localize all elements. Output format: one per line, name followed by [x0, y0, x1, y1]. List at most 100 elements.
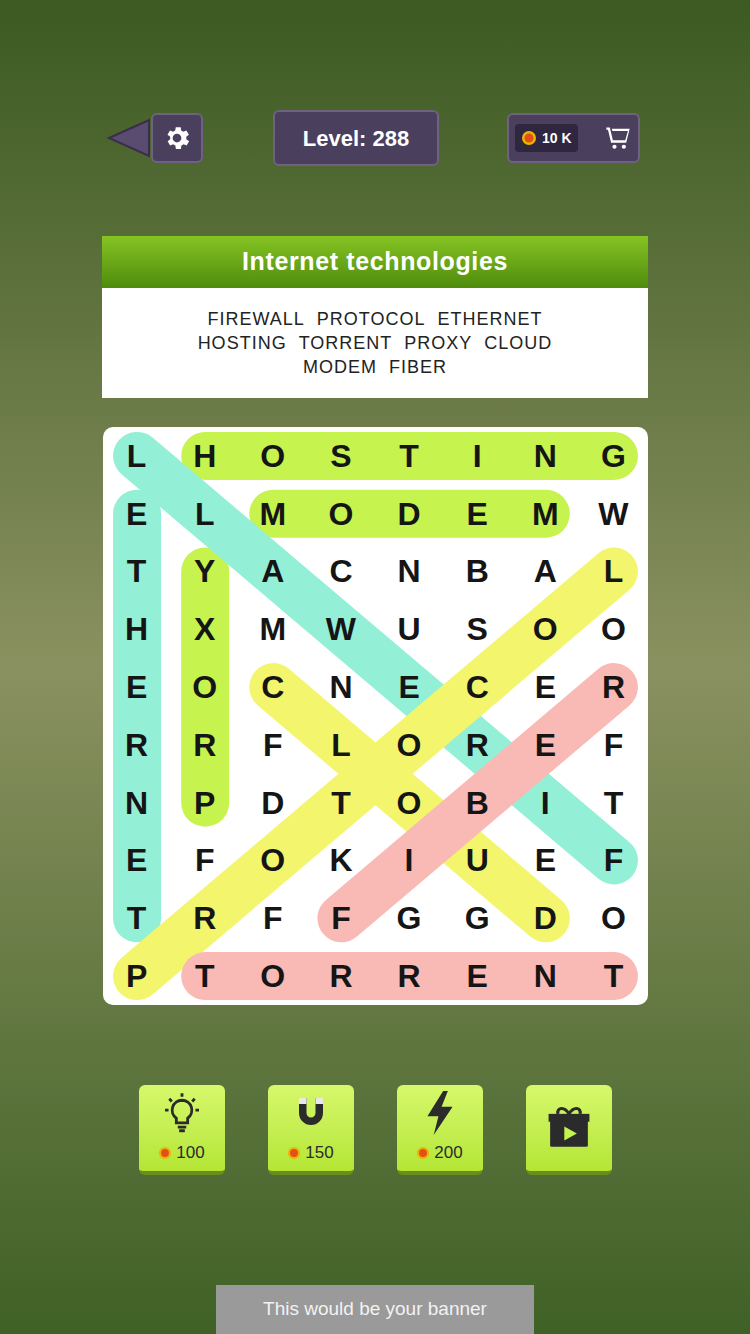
grid-cell[interactable]: A [511, 543, 579, 601]
grid-cell[interactable]: E [103, 485, 171, 543]
cell-letter: N [329, 671, 352, 703]
cell-letter: T [604, 787, 624, 819]
grid-cell[interactable]: F [579, 832, 647, 890]
grid-cell[interactable]: N [511, 427, 579, 485]
grid-cell[interactable]: D [511, 889, 579, 947]
grid-cell[interactable]: M [239, 485, 307, 543]
magnet-booster-button[interactable]: 150 [268, 1085, 354, 1175]
grid-cell[interactable]: T [579, 774, 647, 832]
cell-letter: I [473, 440, 482, 472]
grid-cell[interactable]: L [103, 427, 171, 485]
grid-cell[interactable]: E [103, 658, 171, 716]
grid-cell[interactable]: R [171, 889, 239, 947]
grid-cell[interactable]: B [443, 774, 511, 832]
grid-cell[interactable]: L [307, 716, 375, 774]
grid-cell[interactable]: F [579, 716, 647, 774]
bolt-booster-button[interactable]: 200 [397, 1085, 483, 1175]
grid-cell[interactable]: O [239, 427, 307, 485]
coins-badge[interactable]: 10 K [507, 113, 640, 163]
grid-cell[interactable]: U [443, 832, 511, 890]
grid-cell[interactable]: A [239, 543, 307, 601]
grid-cell[interactable]: I [443, 427, 511, 485]
grid-cell[interactable]: T [103, 543, 171, 601]
grid-cell[interactable]: X [171, 600, 239, 658]
grid-cell[interactable]: F [171, 832, 239, 890]
grid-cell[interactable]: R [579, 658, 647, 716]
hint-booster-button[interactable]: 100 [139, 1085, 225, 1175]
grid-cell[interactable]: E [375, 658, 443, 716]
grid-cell[interactable]: H [171, 427, 239, 485]
grid-cell[interactable]: O [375, 716, 443, 774]
grid-cell[interactable]: F [307, 889, 375, 947]
grid-cell[interactable]: R [171, 716, 239, 774]
grid-cell[interactable]: T [375, 427, 443, 485]
grid-cell[interactable]: P [103, 947, 171, 1005]
grid-cell[interactable]: C [443, 658, 511, 716]
grid-cell[interactable]: F [239, 889, 307, 947]
grid-cell[interactable]: O [511, 600, 579, 658]
grid-cell[interactable]: E [511, 832, 579, 890]
grid-cell[interactable]: R [307, 947, 375, 1005]
grid-cell[interactable]: H [103, 600, 171, 658]
grid-cell[interactable]: P [171, 774, 239, 832]
grid-cell[interactable]: E [443, 485, 511, 543]
grid-cell[interactable]: O [579, 600, 647, 658]
grid-cell[interactable]: D [239, 774, 307, 832]
grid-cell[interactable]: W [307, 600, 375, 658]
grid-cell[interactable]: L [171, 485, 239, 543]
booster-icon-wrap [425, 1090, 455, 1136]
cell-letter: X [194, 613, 215, 645]
grid-cell[interactable]: L [579, 543, 647, 601]
grid-cell[interactable]: N [103, 774, 171, 832]
grid-cell[interactable]: G [443, 889, 511, 947]
grid-cell[interactable]: S [307, 427, 375, 485]
grid-cell[interactable]: N [307, 658, 375, 716]
grid-cell[interactable]: G [375, 889, 443, 947]
grid-cell[interactable]: O [579, 889, 647, 947]
grid-cell[interactable]: G [579, 427, 647, 485]
grid-cell[interactable]: I [375, 832, 443, 890]
grid-cell[interactable]: S [443, 600, 511, 658]
grid-cell[interactable]: R [375, 947, 443, 1005]
grid-cell[interactable]: N [511, 947, 579, 1005]
grid-cell[interactable]: E [511, 716, 579, 774]
ad-banner[interactable]: This would be your banner [216, 1285, 534, 1334]
grid-cell[interactable]: O [239, 947, 307, 1005]
grid-cell[interactable]: O [171, 658, 239, 716]
grid-cell[interactable]: O [375, 774, 443, 832]
grid-cell[interactable]: O [307, 485, 375, 543]
grid-cell[interactable]: T [579, 947, 647, 1005]
grid-cell[interactable]: E [511, 658, 579, 716]
grid-cell[interactable]: C [307, 543, 375, 601]
found-highlights [103, 427, 648, 1005]
grid-cell[interactable]: B [443, 543, 511, 601]
grid-cell[interactable]: O [239, 832, 307, 890]
grid-cell[interactable]: M [511, 485, 579, 543]
grid-cell[interactable]: N [375, 543, 443, 601]
cell-letter: S [330, 440, 351, 472]
grid-cell[interactable]: E [103, 832, 171, 890]
grid-cell[interactable]: T [307, 774, 375, 832]
grid-cell[interactable]: T [103, 889, 171, 947]
grid-cell[interactable]: R [443, 716, 511, 774]
grid-cell[interactable]: W [579, 485, 647, 543]
video-booster-button[interactable] [526, 1085, 612, 1175]
grid-cell[interactable]: Y [171, 543, 239, 601]
grid-cell[interactable]: F [239, 716, 307, 774]
grid-cell[interactable]: U [375, 600, 443, 658]
grid-cell[interactable]: C [239, 658, 307, 716]
grid-cell[interactable]: E [443, 947, 511, 1005]
grid-cell[interactable]: I [511, 774, 579, 832]
target-word: FIBER [389, 355, 447, 379]
letter-grid[interactable]: LHOSTINGELMODEMWTYACNBALHXMWUSOOEOCNECER… [103, 427, 648, 1005]
category-title: Internet technologies [242, 243, 508, 281]
booster-bar: 100 150 200 [0, 1085, 750, 1175]
grid-cell[interactable]: M [239, 600, 307, 658]
back-arrow-icon[interactable] [105, 116, 151, 160]
cell-letter: L [195, 498, 215, 530]
grid-cell[interactable]: R [103, 716, 171, 774]
settings-button[interactable] [151, 113, 203, 163]
grid-cell[interactable]: K [307, 832, 375, 890]
grid-cell[interactable]: T [171, 947, 239, 1005]
grid-cell[interactable]: D [375, 485, 443, 543]
